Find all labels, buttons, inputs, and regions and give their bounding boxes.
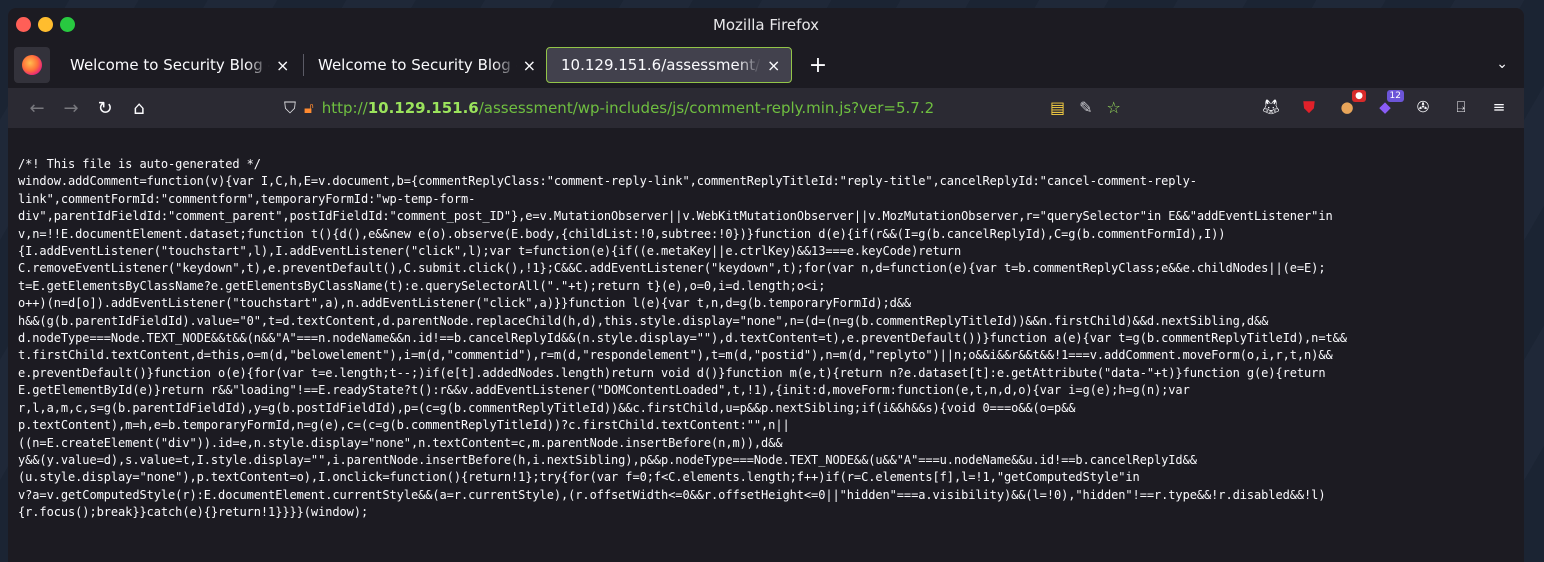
- new-tab-button[interactable]: +: [804, 53, 832, 78]
- tracking-protection-shield-icon[interactable]: ⛉: [284, 98, 296, 118]
- code-line: (u.style.display="none"),p.textContent=o…: [18, 470, 1140, 485]
- window-controls: [16, 17, 75, 32]
- tab-close-icon[interactable]: ×: [523, 56, 536, 75]
- extensions-toolbar: 🦊︎ ⛊ ● ● ◆ 12 ✇ ⍈ ≡: [1260, 90, 1510, 118]
- foxyproxy-icon[interactable]: 🦊︎: [1260, 96, 1282, 118]
- ublock-icon[interactable]: ⛊: [1298, 96, 1320, 118]
- wappalyzer-icon[interactable]: ✇: [1412, 96, 1434, 118]
- code-line: E.getElementById(e)}return r&&"loading"!…: [18, 383, 1190, 398]
- maximize-window-button[interactable]: [60, 17, 75, 32]
- close-window-button[interactable]: [16, 17, 31, 32]
- insecure-connection-lock-icon[interactable]: 🔓︎: [304, 99, 314, 117]
- cookie-editor-icon[interactable]: ● ●: [1336, 90, 1366, 118]
- code-line: div",parentIdFieldId:"comment_parent",po…: [18, 209, 1333, 224]
- address-bar-actions: ▤ ✎ ☆: [1050, 98, 1121, 117]
- code-line: {r.focus();break}}catch(e){}return!1}}}}…: [18, 505, 369, 520]
- tab-1[interactable]: Welcome to Security Blog – Se ×: [56, 47, 304, 83]
- tab-title: Welcome to Security Blog – Se: [70, 56, 270, 74]
- window-title: Mozilla Firefox: [712, 16, 820, 34]
- code-line: d.nodeType===Node.TEXT_NODE&&t&&(n&&"A"=…: [18, 331, 1347, 346]
- code-line: v,n=!!E.documentElement.dataset;function…: [18, 226, 1226, 241]
- code-line: r,l,a,m,c,s=g(b.parentIdFieldId),y=g(b.p…: [18, 400, 1076, 415]
- url-text[interactable]: http://10.129.151.6/assessment/wp-includ…: [322, 99, 934, 117]
- code-line: t=E.getElementsByClassName?e.getElements…: [18, 278, 826, 293]
- minimize-window-button[interactable]: [38, 17, 53, 32]
- tab-close-icon[interactable]: ×: [767, 56, 780, 75]
- tab-title: 10.129.151.6/assessment/wp-i: [561, 56, 761, 74]
- firefox-logo-icon: [22, 55, 42, 75]
- title-bar: Mozilla Firefox: [8, 8, 1524, 42]
- url-scheme: http://: [321, 99, 368, 117]
- code-line: o++)(n=d[o]).addEventListener("touchstar…: [18, 296, 912, 311]
- bookmark-star-icon[interactable]: ☆: [1107, 98, 1121, 117]
- tab-3-active[interactable]: 10.129.151.6/assessment/wp-i ×: [546, 47, 792, 83]
- code-line: link",commentFormId:"commentform",tempor…: [18, 191, 476, 206]
- list-all-tabs-chevron-icon[interactable]: ⌄: [1496, 56, 1508, 72]
- page-content: /*! This file is auto-generated */ window…: [8, 128, 1524, 562]
- url-path: /assessment/wp-includes/js/comment-reply…: [478, 99, 935, 117]
- back-arrow-icon[interactable]: ←: [20, 98, 54, 119]
- code-line: y&&(y.value=d),s.value=t,I.style.display…: [18, 452, 1197, 467]
- code-line: v?a=v.getComputedStyle(r):E.documentElem…: [18, 487, 1326, 502]
- app-menu-hamburger-icon[interactable]: ≡: [1488, 96, 1510, 118]
- code-line: C.removeEventListener("keydown",t),e.pre…: [18, 261, 1326, 276]
- navigation-toolbar: ← → ↻ ⌂ ⛉ 🔓︎ http://10.129.151.6/assessm…: [8, 88, 1524, 128]
- tab-title: Welcome to Security Blog – Se: [318, 56, 517, 74]
- code-line: /*! This file is auto-generated */: [18, 157, 261, 171]
- extension-badge-count: 12: [1386, 90, 1404, 102]
- tab-2[interactable]: Welcome to Security Blog – Se ×: [304, 47, 544, 83]
- forward-arrow-icon[interactable]: →: [54, 98, 88, 119]
- home-icon[interactable]: ⌂: [122, 98, 156, 119]
- code-line: window.addComment=function(v){var I,C,h,…: [18, 174, 1197, 189]
- code-line: e.preventDefault()}function o(e){for(var…: [18, 365, 1326, 380]
- extensions-puzzle-icon[interactable]: ⍈: [1450, 96, 1472, 118]
- reload-icon[interactable]: ↻: [88, 98, 122, 119]
- tab-close-icon[interactable]: ×: [276, 56, 289, 75]
- code-line: {I.addEventListener("touchstart",l),I.ad…: [18, 244, 962, 259]
- tab-bar: Welcome to Security Blog – Se × Welcome …: [8, 42, 1524, 88]
- firefox-view-button[interactable]: [14, 47, 50, 83]
- address-bar[interactable]: ⛉ 🔓︎ http://10.129.151.6/assessment/wp-i…: [284, 88, 934, 128]
- extension-badge: ●: [1352, 90, 1366, 102]
- reader-view-icon[interactable]: ▤: [1050, 98, 1065, 117]
- code-line: ((n=E.createElement("div")).id=e,n.style…: [18, 435, 783, 450]
- browser-window: Mozilla Firefox Welcome to Security Blog…: [8, 8, 1524, 562]
- source-code-text: /*! This file is auto-generated */ window…: [18, 156, 1514, 522]
- page-action-icon[interactable]: ✎: [1079, 98, 1092, 117]
- code-line: h&&(g(b.parentIdFieldId).value="0",t=d.t…: [18, 313, 1269, 328]
- code-line: p.textContent),m=h,e=b.temporaryFormId,n…: [18, 418, 790, 433]
- url-host: 10.129.151.6: [367, 99, 479, 117]
- code-line: t.firstChild.textContent,d=this,o=m(d,"b…: [18, 348, 1333, 363]
- extension-badge-icon[interactable]: ◆ 12: [1374, 90, 1404, 118]
